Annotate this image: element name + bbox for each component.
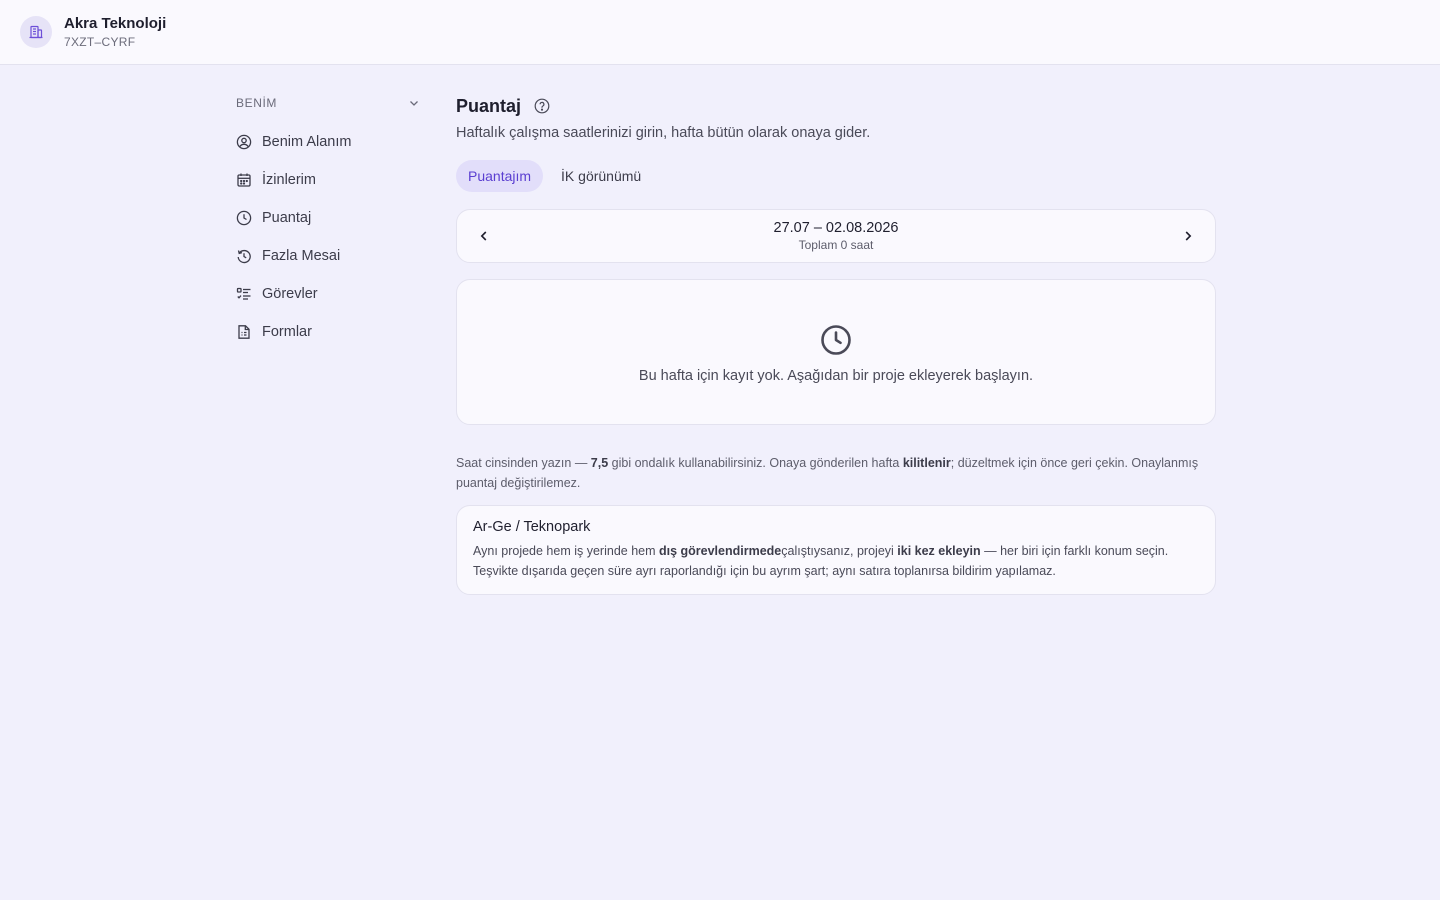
org-name: Akra Teknoloji [64, 14, 167, 32]
clock-icon [821, 325, 851, 355]
org-info: Akra Teknoloji 7XZT–CYRF [64, 15, 166, 50]
sidebar-item-formlar[interactable]: Formlar [236, 313, 420, 351]
hint-bold: kilitlenir [902, 456, 951, 470]
sidebar-item-label: Puantaj [262, 210, 312, 226]
sidebar-item-label: İzinlerim [262, 172, 316, 188]
tab-ik-gorunumu[interactable]: İK görünümü [549, 160, 653, 192]
info-text: çalıştıysanız, projeyi [781, 544, 898, 558]
sidebar-item-fazla-mesai[interactable]: Fazla Mesai [236, 237, 420, 275]
info-card-arge: Ar-Ge / Teknopark Aynı projede hem iş ye… [456, 505, 1216, 595]
sidebar-item-label: Formlar [262, 324, 312, 340]
sidebar-item-izinlerim[interactable]: İzinlerim [236, 161, 420, 199]
next-week-button[interactable] [1179, 227, 1197, 245]
input-hint: Saat cinsinden yazın — 7,5 gibi ondalık … [456, 453, 1216, 493]
week-total: Toplam 0 saat [798, 238, 874, 252]
info-card-title: Ar-Ge / Teknopark [473, 519, 591, 535]
calendar-icon [237, 173, 251, 187]
page-subtitle: Haftalık çalışma saatlerinizi girin, haf… [456, 125, 871, 141]
clock-icon [236, 210, 252, 226]
user-circle-icon [236, 134, 252, 150]
info-bold: dış görevlendirmede [658, 544, 782, 558]
week-navigator: 27.07 – 02.08.2026 Toplam 0 saat [456, 209, 1216, 263]
empty-state-text: Bu hafta için kayıt yok. Aşağıdan bir pr… [638, 368, 1034, 384]
chevron-left-icon [480, 231, 487, 241]
task-list-icon [236, 287, 251, 300]
document-icon [238, 325, 250, 339]
page-title: Puantaj [456, 95, 522, 116]
main-content: Puantaj Haftalık çalışma saatlerinizi gi… [456, 95, 1216, 595]
hint-text: Saat cinsinden yazın — [456, 456, 591, 470]
building-icon [29, 25, 43, 39]
week-summary: 27.07 – 02.08.2026 Toplam 0 saat [774, 220, 899, 252]
chevron-down-icon [410, 101, 418, 106]
previous-week-button[interactable] [475, 227, 493, 245]
sidebar-item-puantaj[interactable]: Puantaj [236, 199, 420, 237]
sidebar-item-label: Görevler [262, 286, 318, 302]
info-bold: iki kez ekleyin [897, 544, 981, 558]
help-button[interactable] [534, 98, 550, 114]
hint-bold: 7,5 [590, 456, 609, 470]
info-card-body: Aynı projede hem iş yerinde hem dış göre… [473, 541, 1199, 581]
top-bar: Akra Teknoloji 7XZT–CYRF [0, 0, 1440, 65]
info-text: Aynı projede hem iş yerinde hem [473, 544, 659, 558]
sidebar-item-benim-alanim[interactable]: Benim Alanım [236, 123, 420, 161]
sidebar-section-header[interactable]: BENİM [236, 95, 420, 111]
title-row: Puantaj [456, 95, 1216, 117]
sidebar-item-label: Fazla Mesai [262, 248, 341, 264]
sidebar-item-label: Benim Alanım [262, 134, 352, 150]
hint-text: gibi ondalık kullanabilirsiniz. Onaya gö… [608, 456, 903, 470]
org-code: 7XZT–CYRF [64, 34, 136, 49]
tab-puantajim[interactable]: Puantajım [456, 160, 544, 192]
org-logo[interactable] [20, 16, 52, 48]
empty-state-card: Bu hafta için kayıt yok. Aşağıdan bir pr… [456, 279, 1216, 425]
week-range: 27.07 – 02.08.2026 [773, 220, 899, 236]
sidebar-section-title: BENİM [236, 96, 278, 110]
chevron-right-icon [1185, 231, 1192, 241]
help-circle-icon [534, 98, 550, 114]
history-icon [237, 249, 251, 264]
sidebar: BENİM Benim Alanım İzinlerim Puantaj Faz… [236, 95, 420, 351]
sidebar-item-gorevler[interactable]: Görevler [236, 275, 420, 313]
tab-bar: Puantajım İK görünümü [456, 160, 1216, 192]
